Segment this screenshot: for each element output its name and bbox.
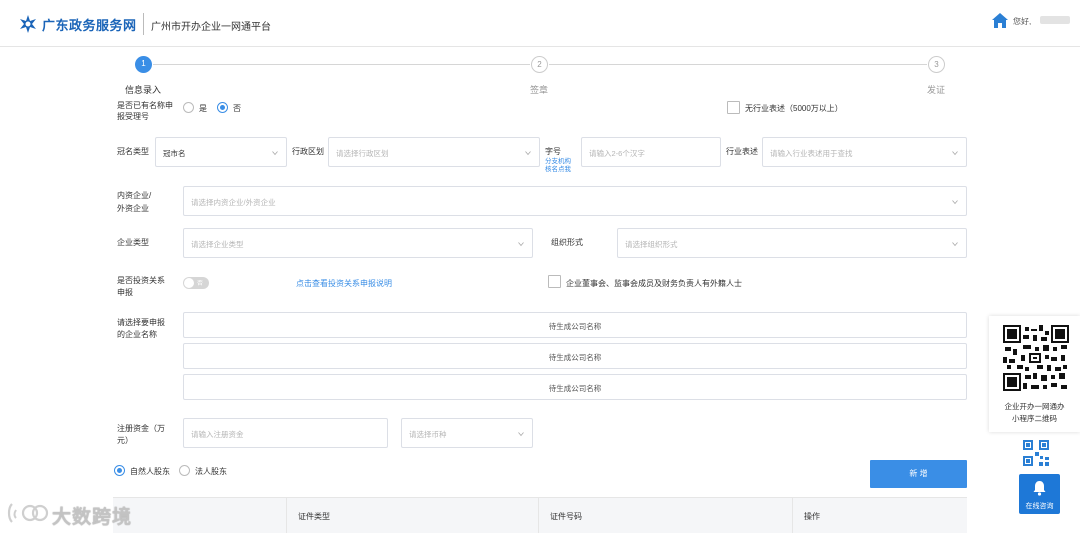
no-industry-label[interactable]: 无行业表述（5000万以上） [745, 103, 843, 114]
chevron-down-icon [518, 242, 524, 247]
stepper-line [153, 64, 530, 65]
domestic-foreign-label-line2: 外资企业 [117, 204, 149, 213]
industry-select[interactable]: 请输入行业表述用于查找 [762, 137, 967, 167]
table-header-actions: 操作 [804, 512, 820, 521]
miniprogram-qr-card[interactable]: 企业开办一网通办 小程序二维码 [989, 316, 1080, 432]
company-names-label-line2: 的企业名称 [117, 330, 157, 339]
chevron-down-icon [952, 151, 958, 156]
qr-code-icon [1003, 325, 1069, 391]
has-name-no-radio[interactable] [217, 102, 228, 113]
crown-type-select[interactable]: 冠市名 [155, 137, 287, 167]
chevron-down-icon [518, 432, 524, 437]
investment-relation-toggle[interactable]: 否 [183, 277, 209, 289]
trade-name-input[interactable]: 请输入2-6个汉字 [581, 137, 721, 167]
chevron-down-icon [952, 200, 958, 205]
bell-icon [1033, 481, 1046, 496]
step-1-label: 信息录入 [125, 85, 162, 95]
has-name-yes-label[interactable]: 是 [199, 103, 207, 114]
chevron-down-icon [272, 151, 278, 156]
enterprise-type-label: 企业类型 [117, 238, 149, 247]
currency-placeholder: 请选择币种 [409, 430, 447, 439]
district-label: 行政区划 [292, 147, 324, 156]
qr-caption-line1: 企业开办一网通办 [1004, 402, 1065, 411]
company-names-label-line1: 请选择要申报 [117, 318, 165, 327]
org-form-select[interactable]: 请选择组织形式 [617, 228, 967, 258]
industry-placeholder: 请输入行业表述用于查找 [770, 149, 853, 158]
online-consult-label: 在线咨询 [1025, 503, 1054, 510]
trade-name-label: 字号 [545, 147, 561, 156]
watermark-text: 大数跨境 [52, 507, 133, 528]
company-name-slot-3[interactable]: 待生成公司名称 [183, 374, 967, 400]
industry-label: 行业表述 [726, 147, 758, 156]
qr-caption-line2: 小程序二维码 [1012, 414, 1057, 423]
org-form-placeholder: 请选择组织形式 [625, 240, 678, 249]
natural-shareholder-label[interactable]: 自然人股东 [130, 466, 170, 477]
enterprise-type-select[interactable]: 请选择企业类型 [183, 228, 533, 258]
column-divider [538, 498, 539, 533]
capital-input[interactable]: 请输入注册资金 [183, 418, 388, 448]
step-2-label: 签章 [530, 85, 549, 95]
domestic-foreign-label-line1: 内资企业/ [117, 191, 152, 200]
currency-select[interactable]: 请选择币种 [401, 418, 533, 448]
platform-name: 广州市开办企业一网通平台 [151, 22, 271, 33]
investment-relation-label-line2: 申报 [117, 288, 133, 297]
domestic-foreign-placeholder: 请选择内资企业/外资企业 [191, 198, 276, 207]
company-name-slot-1[interactable]: 待生成公司名称 [183, 312, 967, 338]
investment-relation-label-line1: 是否投资关系 [117, 276, 165, 285]
company-name-slot-text: 待生成公司名称 [548, 353, 602, 362]
stepper-line [549, 64, 927, 65]
trade-name-placeholder: 请输入2-6个汉字 [589, 149, 645, 158]
step-3-circle: 3 [928, 56, 945, 73]
org-form-label: 组织形式 [551, 238, 583, 247]
has-name-yes-radio[interactable] [183, 102, 194, 113]
home-icon[interactable] [992, 13, 1008, 28]
watermark-logo-icon [7, 503, 49, 523]
user-greeting: 您好, [1013, 17, 1032, 26]
username-redacted[interactable] [1040, 16, 1070, 24]
legal-shareholder-label[interactable]: 法人股东 [195, 466, 227, 477]
legal-shareholder-radio[interactable] [179, 465, 190, 476]
column-divider [792, 498, 793, 533]
crown-type-value: 冠市名 [163, 149, 186, 158]
gd-logo-icon[interactable] [18, 14, 38, 34]
company-name-slot-text: 待生成公司名称 [548, 322, 602, 331]
capital-label-line2: 元） [117, 436, 133, 445]
capital-placeholder: 请输入注册资金 [191, 430, 244, 439]
has-name-label: 是否已有名称申报受理号 [117, 101, 173, 121]
investment-relation-help-link[interactable]: 点击查看投资关系申报说明 [296, 278, 392, 289]
step-3-label: 发证 [927, 85, 946, 95]
shareholder-table-header: 证件类型 证件号码 操作 [113, 497, 967, 533]
district-select[interactable]: 请选择行政区划 [328, 137, 540, 167]
company-name-slot-text: 待生成公司名称 [548, 384, 602, 393]
capital-label-line1: 注册资金（万 [117, 424, 165, 433]
site-logo-text[interactable]: 广东政务服务网 [42, 15, 137, 34]
chevron-down-icon [525, 151, 531, 156]
natural-shareholder-radio[interactable] [114, 465, 125, 476]
branch-name-link-line2[interactable]: 核名点我 [545, 166, 571, 174]
enterprise-type-placeholder: 请选择企业类型 [191, 240, 244, 249]
online-consult-button[interactable]: 在线咨询 [1019, 474, 1060, 514]
branch-name-link-line1[interactable]: 分支机构 [545, 158, 571, 166]
table-header-cert-type: 证件类型 [298, 512, 330, 521]
foreign-director-checkbox[interactable] [548, 275, 561, 288]
foreign-director-label[interactable]: 企业董事会、监事会成员及财务负责人有外籍人士 [566, 278, 742, 289]
top-header: 广东政务服务网 广州市开办企业一网通平台 您好, [0, 0, 1080, 47]
has-name-no-label[interactable]: 否 [233, 103, 241, 114]
column-divider [286, 498, 287, 533]
step-2-circle: 2 [531, 56, 548, 73]
company-name-slot-2[interactable]: 待生成公司名称 [183, 343, 967, 369]
no-industry-checkbox[interactable] [727, 101, 740, 114]
header-divider [143, 13, 144, 35]
district-placeholder: 请选择行政区划 [336, 149, 389, 158]
step-1-circle: 1 [135, 56, 152, 73]
chevron-down-icon [952, 242, 958, 247]
add-shareholder-button[interactable]: 新 增 [870, 460, 967, 488]
qr-toggle-icon[interactable] [1023, 440, 1049, 466]
crown-type-label: 冠名类型 [117, 147, 149, 156]
toggle-knob [184, 278, 194, 288]
table-header-cert-number: 证件号码 [550, 512, 582, 521]
domestic-foreign-select[interactable]: 请选择内资企业/外资企业 [183, 186, 967, 216]
toggle-text: 否 [197, 281, 204, 287]
